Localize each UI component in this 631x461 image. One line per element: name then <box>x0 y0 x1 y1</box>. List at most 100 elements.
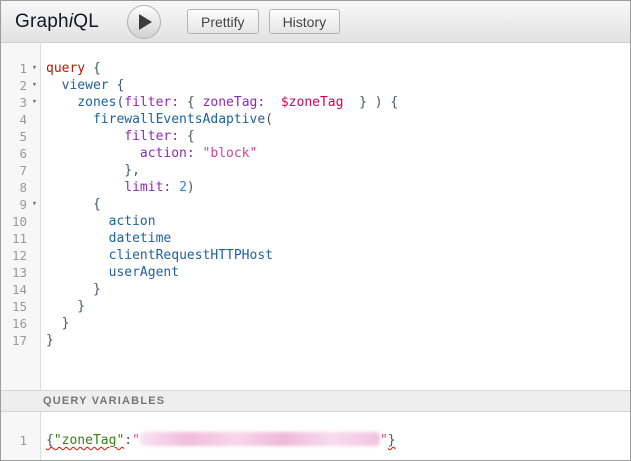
code-text[interactable]: filter: { <box>42 128 195 145</box>
code-line: 10 action <box>1 213 630 230</box>
code-token: action: <box>140 146 195 161</box>
code-text[interactable]: }, <box>42 162 140 179</box>
code-token: limit: <box>124 180 171 195</box>
code-token: { <box>85 61 101 76</box>
code-token: } <box>46 316 69 331</box>
line-number: 15 <box>1 298 27 315</box>
code-text[interactable]: limit: 2) <box>42 179 195 196</box>
code-text[interactable]: datetime <box>42 230 171 247</box>
code-text[interactable]: firewallEventsAdaptive( <box>42 111 273 128</box>
code-token: query <box>46 61 85 76</box>
code-text[interactable]: } <box>42 332 54 349</box>
fold-arrow-icon[interactable]: ▾ <box>27 60 42 77</box>
code-token: zones <box>77 95 116 110</box>
code-token: } <box>46 299 85 314</box>
code-text[interactable]: zones(filter: { zoneTag: $zoneTag } ) { <box>42 94 398 111</box>
redacted-value <box>140 432 380 446</box>
line-number: 3 <box>1 94 27 111</box>
fold-arrow-icon[interactable]: ▾ <box>27 94 42 111</box>
code-token: "zoneTag" <box>54 433 124 448</box>
line-number: 6 <box>1 145 27 162</box>
code-text[interactable]: query { <box>42 60 101 77</box>
line-number: 17 <box>1 332 27 349</box>
line-number: 16 <box>1 315 27 332</box>
line-number: 9 <box>1 196 27 213</box>
prettify-button[interactable]: Prettify <box>187 9 259 34</box>
history-button[interactable]: History <box>269 9 341 34</box>
fold-spacer <box>27 230 42 247</box>
code-line: 1▾query { <box>1 60 630 77</box>
code-token: $zoneTag <box>281 95 344 110</box>
code-line: 8 limit: 2) <box>1 179 630 196</box>
code-line: 2▾ viewer { <box>1 77 630 94</box>
line-number: 1 <box>1 432 27 449</box>
code-text[interactable]: {"zoneTag":""} <box>42 432 396 449</box>
variables-code-lines: 1{"zoneTag":""} <box>1 432 630 449</box>
code-token: }, <box>46 163 140 178</box>
code-token: { <box>179 95 202 110</box>
execute-query-button[interactable] <box>127 5 161 39</box>
fold-spacer <box>27 179 42 196</box>
fold-spacer <box>27 264 42 281</box>
code-token: { <box>46 433 54 448</box>
code-text[interactable]: action <box>42 213 156 230</box>
code-line: 16 } <box>1 315 630 332</box>
fold-arrow-icon[interactable]: ▾ <box>27 196 42 213</box>
code-line: 3▾ zones(filter: { zoneTag: $zoneTag } )… <box>1 94 630 111</box>
code-token <box>46 248 109 263</box>
code-token <box>46 180 124 195</box>
code-text[interactable]: { <box>42 196 101 213</box>
fold-spacer <box>27 128 42 145</box>
fold-spacer <box>27 281 42 298</box>
line-number: 12 <box>1 247 27 264</box>
logo-suffix: QL <box>73 11 99 32</box>
code-text[interactable]: userAgent <box>42 264 179 281</box>
code-token <box>46 146 140 161</box>
code-token: filter: <box>124 95 179 110</box>
code-token: } <box>46 333 54 348</box>
code-token: { <box>109 78 125 93</box>
code-line: 17} <box>1 332 630 349</box>
variables-editor[interactable]: 1{"zoneTag":""} <box>1 412 630 460</box>
code-token: datetime <box>109 231 172 246</box>
code-token: "block" <box>203 146 258 161</box>
line-number: 13 <box>1 264 27 281</box>
code-token: userAgent <box>109 265 179 280</box>
line-number: 4 <box>1 111 27 128</box>
query-variables-header[interactable]: QUERY VARIABLES <box>1 390 630 412</box>
code-token: firewallEventsAdaptive <box>93 112 265 127</box>
code-token: } ) { <box>343 95 398 110</box>
code-text[interactable]: clientRequestHTTPHost <box>42 247 273 264</box>
line-number: 8 <box>1 179 27 196</box>
code-token: viewer <box>62 78 109 93</box>
code-token: filter: <box>124 129 179 144</box>
code-text[interactable]: } <box>42 298 85 315</box>
code-token: 2 <box>179 180 187 195</box>
query-variables-title: QUERY VARIABLES <box>43 395 165 407</box>
line-number: 1 <box>1 60 27 77</box>
line-number: 11 <box>1 230 27 247</box>
code-token <box>46 129 124 144</box>
fold-spacer <box>27 432 42 449</box>
code-token <box>46 214 109 229</box>
code-text[interactable]: } <box>42 281 101 298</box>
code-line: 15 } <box>1 298 630 315</box>
code-token: } <box>46 282 101 297</box>
code-token <box>46 231 109 246</box>
code-text[interactable]: viewer { <box>42 77 124 94</box>
fold-spacer <box>27 145 42 162</box>
code-token <box>265 95 281 110</box>
line-number: 14 <box>1 281 27 298</box>
code-line: 14 } <box>1 281 630 298</box>
code-token <box>195 146 203 161</box>
code-text[interactable]: } <box>42 315 69 332</box>
toolbar: GraphiQL Prettify History <box>1 1 630 43</box>
fold-spacer <box>27 332 42 349</box>
code-token: } <box>388 433 396 448</box>
code-token <box>46 265 109 280</box>
fold-arrow-icon[interactable]: ▾ <box>27 77 42 94</box>
code-token: " <box>132 433 140 448</box>
code-token <box>46 78 62 93</box>
query-editor[interactable]: 1▾query {2▾ viewer {3▾ zones(filter: { z… <box>1 43 630 390</box>
code-text[interactable]: action: "block" <box>42 145 257 162</box>
